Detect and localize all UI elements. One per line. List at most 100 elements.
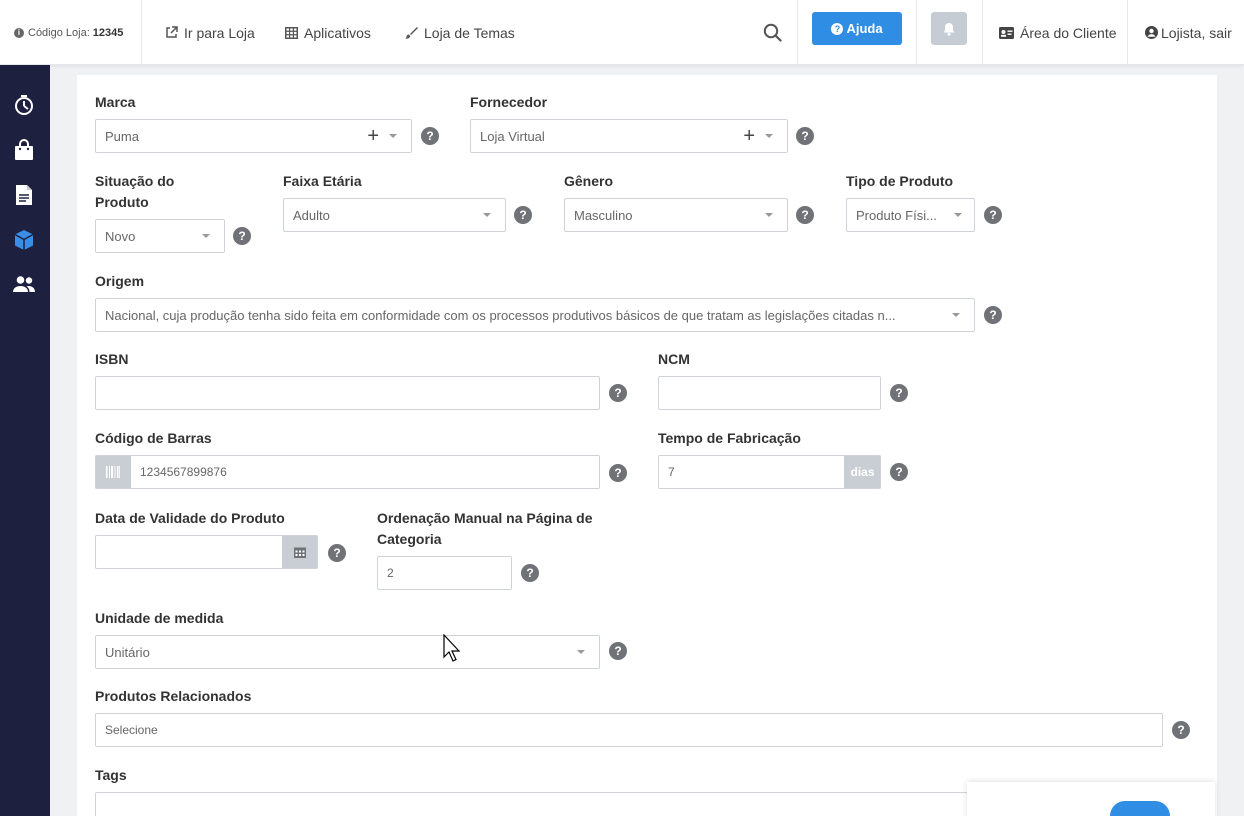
product-type-label: Tipo de Produto xyxy=(846,173,954,189)
origin-label: Origem xyxy=(95,273,145,289)
sidebar-item-customers[interactable] xyxy=(12,273,36,297)
days-addon: dias xyxy=(844,456,880,488)
help-icon[interactable]: ? xyxy=(796,206,814,224)
gender-label: Gênero xyxy=(564,173,614,189)
tags-label: Tags xyxy=(95,767,127,783)
chevron-down-icon xyxy=(389,134,397,138)
help-icon[interactable]: ? xyxy=(796,127,814,145)
calendar-button[interactable] xyxy=(282,536,317,568)
go-to-store-label: Ir para Loja xyxy=(184,24,255,41)
sidebar-item-orders[interactable] xyxy=(12,138,36,162)
gender-select[interactable]: Masculino xyxy=(564,198,788,232)
chevron-down-icon xyxy=(765,213,773,217)
external-link-icon xyxy=(166,26,178,38)
help-icon[interactable]: ? xyxy=(1172,721,1190,739)
help-icon[interactable]: ? xyxy=(328,544,346,562)
user-circle-icon xyxy=(1145,26,1158,39)
unit-select[interactable]: Unitário xyxy=(95,635,600,669)
brand-select[interactable]: Puma + xyxy=(95,119,412,153)
unit-value: Unitário xyxy=(105,644,150,660)
sidebar-item-documents[interactable] xyxy=(12,183,36,207)
notifications-button[interactable] xyxy=(931,12,967,45)
brand-label: Marca xyxy=(95,94,136,110)
floating-action-bar xyxy=(967,782,1215,816)
supplier-label: Fornecedor xyxy=(470,94,548,110)
related-products-input[interactable]: Selecione xyxy=(95,713,1163,747)
apps-link[interactable]: Aplicativos xyxy=(285,0,371,65)
help-icon[interactable]: ? xyxy=(233,227,251,245)
manufacture-time-input[interactable]: 7 dias xyxy=(658,455,881,489)
info-icon: i xyxy=(14,27,24,38)
help-icon[interactable]: ? xyxy=(609,642,627,660)
users-icon xyxy=(13,276,35,292)
condition-select[interactable]: Novo xyxy=(95,219,225,253)
shopping-bag-icon xyxy=(15,139,33,160)
top-bar: i Código Loja: 12345 Ir para Loja Aplica… xyxy=(0,0,1244,65)
related-products-label: Produtos Relacionados xyxy=(95,688,252,704)
ncm-label: NCM xyxy=(658,351,690,367)
condition-label: Situação do Produto xyxy=(95,173,175,210)
apps-label: Aplicativos xyxy=(304,24,371,41)
logout-link[interactable]: Lojista, sair xyxy=(1145,0,1232,65)
help-icon[interactable]: ? xyxy=(984,206,1002,224)
store-code-label: Código Loja: xyxy=(28,26,90,39)
related-products-placeholder: Selecione xyxy=(105,723,158,737)
manual-sort-label: Ordenação Manual na Página de Categoria xyxy=(377,510,593,547)
manufacture-time-label: Tempo de Fabricação xyxy=(658,430,801,446)
barcode-label: Código de Barras xyxy=(95,430,212,446)
help-icon[interactable]: ? xyxy=(890,463,908,481)
ncm-input[interactable] xyxy=(658,376,881,410)
logout-label: Lojista, sair xyxy=(1161,24,1232,41)
condition-value: Novo xyxy=(105,228,136,244)
help-icon[interactable]: ? xyxy=(890,384,908,402)
chevron-down-icon xyxy=(483,213,491,217)
help-icon[interactable]: ? xyxy=(421,127,439,145)
help-icon[interactable]: ? xyxy=(609,384,627,402)
age-range-select[interactable]: Adulto xyxy=(283,198,506,232)
stopwatch-icon xyxy=(15,95,33,115)
themes-store-label: Loja de Temas xyxy=(424,24,515,41)
help-icon[interactable]: ? xyxy=(609,464,627,482)
help-label: Ajuda xyxy=(846,21,883,36)
help-icon[interactable]: ? xyxy=(521,564,539,582)
sidebar-item-products[interactable] xyxy=(12,228,36,252)
save-button[interactable] xyxy=(1110,801,1170,816)
gender-value: Masculino xyxy=(574,207,633,223)
sidebar-item-dashboard[interactable] xyxy=(12,93,36,117)
age-range-label: Faixa Etária xyxy=(283,173,362,189)
chevron-down-icon xyxy=(952,313,960,317)
client-area-label: Área do Cliente xyxy=(1020,24,1117,41)
store-code: i Código Loja: 12345 xyxy=(14,0,123,65)
tags-input[interactable] xyxy=(95,792,995,816)
barcode-input[interactable]: 1234567899876 xyxy=(95,455,600,489)
add-brand-icon[interactable]: + xyxy=(367,126,379,146)
grid-icon xyxy=(285,26,298,39)
brush-icon xyxy=(405,27,418,39)
supplier-select[interactable]: Loja Virtual + xyxy=(470,119,788,153)
barcode-icon xyxy=(106,466,120,478)
store-code-value: 12345 xyxy=(92,26,124,39)
product-type-select[interactable]: Produto Físi... xyxy=(846,198,975,232)
supplier-value: Loja Virtual xyxy=(480,128,545,144)
manual-sort-input[interactable]: 2 xyxy=(377,556,512,590)
add-supplier-icon[interactable]: + xyxy=(743,126,755,146)
themes-store-link[interactable]: Loja de Temas xyxy=(405,0,515,65)
age-range-value: Adulto xyxy=(293,207,330,223)
origin-select[interactable]: Nacional, cuja produção tenha sido feita… xyxy=(95,298,975,332)
help-icon[interactable]: ? xyxy=(514,206,532,224)
help-icon[interactable]: ? xyxy=(984,306,1002,324)
help-button[interactable]: ? Ajuda xyxy=(812,12,902,45)
product-form-card: Marca Puma + ? Fornecedor Loja Virtual +… xyxy=(77,75,1217,816)
bell-icon xyxy=(943,22,955,36)
chevron-down-icon xyxy=(954,213,962,217)
expiry-date-input[interactable] xyxy=(95,535,318,569)
search-button[interactable] xyxy=(763,0,782,65)
document-icon xyxy=(16,185,32,205)
go-to-store-link[interactable]: Ir para Loja xyxy=(165,0,255,65)
sidebar xyxy=(0,65,50,816)
client-area-link[interactable]: Área do Cliente xyxy=(999,0,1117,65)
isbn-input[interactable] xyxy=(95,376,600,410)
cube-icon xyxy=(14,230,34,250)
mouse-cursor-icon xyxy=(443,634,461,662)
barcode-addon xyxy=(96,456,131,488)
